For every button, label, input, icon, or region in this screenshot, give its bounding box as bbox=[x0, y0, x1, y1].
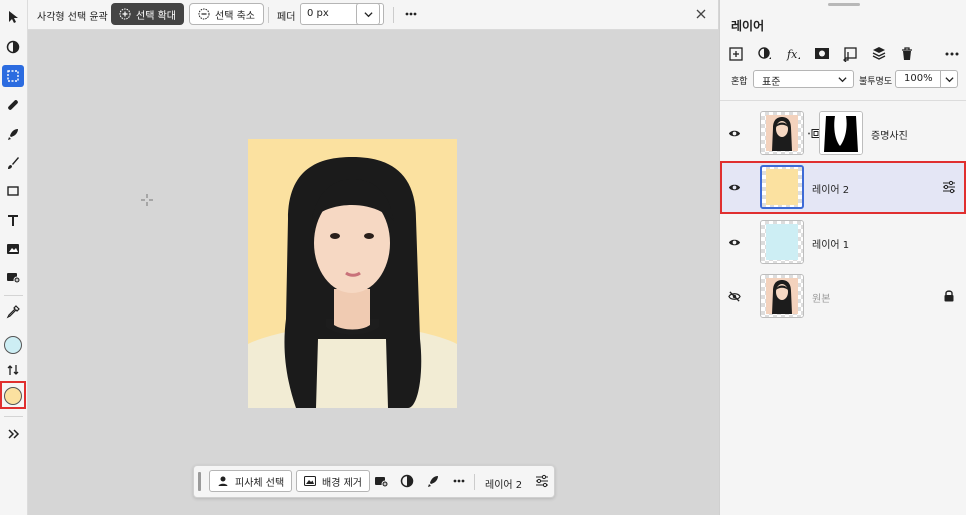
image-tool-icon[interactable] bbox=[2, 238, 24, 260]
person-icon bbox=[218, 476, 228, 486]
opacity-dropdown-button[interactable] bbox=[940, 70, 958, 88]
quick-action-rocket-icon[interactable] bbox=[426, 474, 440, 488]
visibility-eye-icon[interactable] bbox=[728, 236, 741, 249]
tool-bar bbox=[0, 0, 28, 515]
layer-name: 원본 bbox=[812, 294, 831, 305]
blend-mode-label: 혼합 bbox=[731, 77, 748, 87]
panel-more-options-icon[interactable] bbox=[944, 46, 960, 62]
layer-thumbnail bbox=[760, 220, 804, 264]
current-layer-label: 레이어 2 bbox=[485, 480, 523, 491]
adjustment-icon[interactable] bbox=[400, 474, 414, 488]
opacity-input[interactable]: 100% bbox=[895, 70, 941, 88]
float-bar-divider bbox=[474, 474, 475, 490]
visibility-eye-icon[interactable] bbox=[728, 127, 741, 140]
toolbar-divider bbox=[4, 416, 23, 417]
layer-row[interactable]: 원본 bbox=[720, 271, 966, 321]
options-bar: 사각형 선택 윤곽 선택 확대 선택 축소 페더 0 px bbox=[28, 0, 718, 30]
mask-shape bbox=[820, 112, 862, 154]
contextual-task-bar: 피사체 선택 배경 제거 레이어 2 bbox=[193, 465, 555, 498]
adjustment-layer-icon[interactable] bbox=[757, 46, 773, 62]
lock-icon[interactable] bbox=[943, 289, 955, 302]
foreground-color-swatch[interactable] bbox=[4, 336, 22, 354]
layer-stack-icon[interactable] bbox=[871, 46, 887, 62]
blend-mode-select[interactable]: 표준 bbox=[753, 70, 854, 88]
remove-background-button[interactable]: 배경 제거 bbox=[296, 470, 370, 492]
swap-colors-icon[interactable] bbox=[2, 359, 24, 381]
add-image-tool-icon[interactable] bbox=[2, 266, 24, 288]
selected-layer-highlight bbox=[720, 161, 966, 214]
layer-row[interactable]: 증명사진 bbox=[720, 108, 966, 158]
effects-fx-icon[interactable]: fx bbox=[786, 46, 802, 62]
portrait-thumbnail bbox=[766, 278, 798, 314]
options-divider bbox=[393, 7, 394, 23]
layer-mask-thumbnail[interactable] bbox=[819, 111, 863, 155]
layer-row[interactable]: 레이어 1 bbox=[720, 217, 966, 267]
panel-divider bbox=[720, 100, 966, 101]
select-subject-button[interactable]: 피사체 선택 bbox=[209, 470, 293, 492]
toolbar-divider bbox=[4, 295, 23, 296]
layer-name: 레이어 1 bbox=[812, 240, 850, 251]
id-photo-canvas[interactable] bbox=[248, 139, 457, 408]
opacity-label: 불투명도 bbox=[859, 77, 893, 87]
color-fill-thumbnail bbox=[766, 224, 798, 260]
brush-tool-icon[interactable] bbox=[2, 152, 24, 174]
feather-dropdown-button[interactable] bbox=[356, 3, 380, 25]
add-mask-icon[interactable] bbox=[814, 46, 830, 62]
chevron-down-icon bbox=[944, 76, 954, 82]
layer-thumbnail bbox=[760, 274, 804, 318]
adjust-tool-icon[interactable] bbox=[2, 36, 24, 58]
hidden-eye-icon[interactable] bbox=[728, 290, 741, 303]
clipping-mask-icon[interactable] bbox=[842, 46, 858, 62]
portrait-thumbnail bbox=[766, 115, 798, 151]
layer-thumbnail bbox=[760, 111, 804, 155]
options-divider bbox=[268, 7, 269, 23]
chevron-down-icon bbox=[838, 77, 847, 83]
feather-label: 페더 bbox=[277, 12, 296, 23]
panel-drag-handle[interactable] bbox=[828, 3, 860, 6]
portrait-image bbox=[248, 139, 457, 408]
layer-name: 증명사진 bbox=[871, 131, 908, 142]
eyedropper-tool-icon[interactable] bbox=[2, 301, 24, 323]
more-options-icon[interactable] bbox=[404, 8, 418, 20]
more-options-icon[interactable] bbox=[452, 474, 466, 488]
expand-icon bbox=[119, 8, 131, 20]
background-color-swatch[interactable] bbox=[4, 387, 22, 405]
text-tool-icon[interactable] bbox=[2, 209, 24, 231]
expand-selection-button[interactable]: 선택 확대 bbox=[111, 3, 184, 25]
layers-panel: 레이어 fx 혼합 표준 불투명도 100% 증명사진 레이어 2 레이어 1 … bbox=[719, 0, 966, 515]
marquee-select-tool-icon[interactable] bbox=[2, 65, 24, 87]
contract-selection-button[interactable]: 선택 축소 bbox=[189, 3, 264, 25]
drag-handle[interactable] bbox=[198, 472, 201, 491]
layer-properties-icon[interactable] bbox=[535, 474, 549, 488]
tool-name-label: 사각형 선택 윤곽 bbox=[37, 12, 108, 23]
add-image-icon[interactable] bbox=[374, 474, 388, 488]
svg-text:fx: fx bbox=[786, 48, 798, 61]
shape-tool-icon[interactable] bbox=[2, 180, 24, 202]
add-layer-icon[interactable] bbox=[728, 46, 744, 62]
delete-layer-icon[interactable] bbox=[899, 46, 915, 62]
expand-toolbar-chevron-icon[interactable] bbox=[2, 423, 24, 445]
move-tool-icon[interactable] bbox=[2, 6, 24, 28]
quick-action-rocket-icon[interactable] bbox=[2, 123, 24, 145]
chevron-down-icon bbox=[363, 11, 373, 17]
image-icon bbox=[304, 475, 316, 487]
contract-icon bbox=[198, 8, 210, 20]
crosshair-cursor-icon bbox=[140, 193, 154, 207]
close-icon[interactable] bbox=[695, 8, 707, 20]
heal-tool-icon[interactable] bbox=[2, 94, 24, 116]
panel-title: 레이어 bbox=[731, 19, 765, 33]
